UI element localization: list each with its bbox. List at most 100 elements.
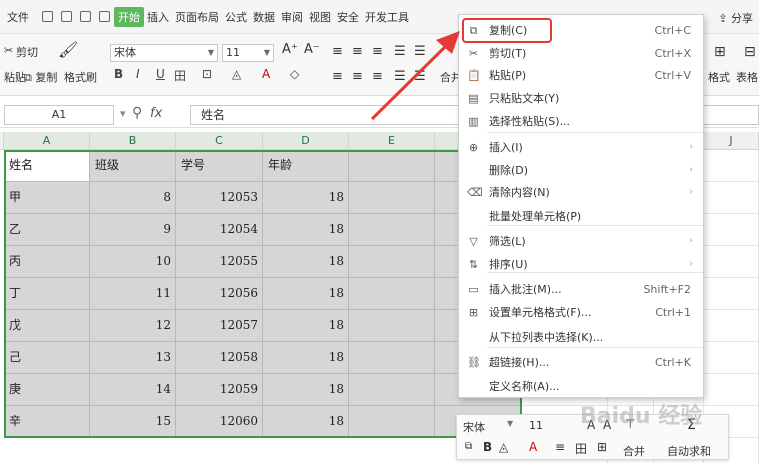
column-header[interactable]: B — [90, 132, 176, 150]
format-button[interactable]: 格式 — [708, 69, 730, 85]
zoom-icon[interactable]: ⚲ — [132, 105, 142, 121]
table-cell[interactable]: 10 — [90, 246, 176, 278]
empty-cell[interactable] — [704, 182, 759, 214]
format-icon[interactable]: ⊞ — [597, 440, 607, 454]
table-cell[interactable]: 己 — [4, 342, 90, 374]
shrink-font-icon[interactable]: A⁻ — [304, 42, 320, 57]
empty-cell[interactable] — [704, 374, 759, 406]
table-button[interactable]: 表格 — [736, 69, 758, 85]
table-icon[interactable]: ⊟ — [744, 44, 756, 60]
bold-icon[interactable]: B — [114, 67, 123, 81]
table-cell[interactable]: 丙 — [4, 246, 90, 278]
empty-cell[interactable] — [349, 246, 435, 278]
format-icon[interactable]: ⊞ — [714, 44, 726, 60]
tab-formulas[interactable]: 公式 — [222, 9, 250, 25]
empty-cell[interactable] — [349, 342, 435, 374]
column-header[interactable]: J — [704, 132, 759, 150]
align-top-icon[interactable]: ≡ — [332, 44, 343, 59]
save-icon[interactable] — [42, 11, 53, 22]
table-cell[interactable]: 乙 — [4, 214, 90, 246]
empty-cell[interactable] — [704, 310, 759, 342]
border-icon[interactable]: 田 — [174, 67, 186, 84]
table-cell[interactable]: 庚 — [4, 374, 90, 406]
fill-icon[interactable]: ◬ — [499, 440, 508, 454]
column-header[interactable]: C — [176, 132, 263, 150]
tab-developer[interactable]: 开发工具 — [362, 9, 412, 25]
font-name-select[interactable]: 宋体 ▼ — [110, 44, 218, 62]
empty-cell[interactable] — [704, 342, 759, 374]
table-cell[interactable]: 12 — [90, 310, 176, 342]
table-cell[interactable]: 11 — [90, 278, 176, 310]
context-menu-item[interactable]: ⊕ 插入(I) › — [459, 136, 703, 159]
context-menu-item[interactable]: ⊞ 设置单元格格式(F)... Ctrl+1 — [459, 301, 703, 324]
table-cell[interactable]: 18 — [263, 182, 349, 214]
distributed-icon[interactable]: ☰ — [414, 69, 426, 84]
wrap-icon[interactable]: ☰ — [394, 44, 406, 59]
align-left-icon[interactable]: ≡ — [332, 69, 343, 84]
merge-icon[interactable]: ⊤ — [625, 417, 635, 431]
chevron-down-icon[interactable]: ▾ — [120, 107, 126, 120]
header-cell[interactable]: 班级 — [90, 150, 176, 182]
context-menu-item[interactable]: ✂ 剪切(T) Ctrl+X — [459, 42, 703, 65]
indent-icon[interactable]: ☰ — [414, 44, 426, 59]
tab-security[interactable]: 安全 — [334, 9, 362, 25]
tab-page-layout[interactable]: 页面布局 — [172, 9, 222, 25]
empty-cell[interactable] — [349, 214, 435, 246]
cut-button[interactable]: 剪切 — [16, 44, 38, 60]
empty-cell[interactable] — [704, 150, 759, 182]
table-cell[interactable]: 12057 — [176, 310, 263, 342]
scissors-icon[interactable]: ✂ — [4, 44, 13, 57]
preview-icon[interactable] — [80, 11, 91, 22]
paste-icon[interactable]: ⧉ — [465, 441, 472, 452]
align-middle-icon[interactable]: ≡ — [352, 44, 363, 59]
chevron-down-icon[interactable]: ▼ — [507, 419, 513, 428]
context-menu-item[interactable]: ▥ 选择性粘贴(S)... — [459, 110, 703, 133]
mini-autosum-button[interactable]: 自动求和 — [667, 443, 711, 459]
table-cell[interactable]: 15 — [90, 406, 176, 438]
align-icon[interactable]: ≡ — [555, 440, 565, 454]
table-cell[interactable]: 12055 — [176, 246, 263, 278]
copy-button[interactable]: ⧉ 复制 — [24, 69, 57, 85]
font-size-select[interactable]: 11 ▼ — [222, 44, 274, 62]
shrink-font-icon[interactable]: A — [603, 418, 611, 432]
tab-data[interactable]: 数据 — [250, 9, 278, 25]
border-icon[interactable]: 田 — [575, 440, 587, 457]
sum-icon[interactable]: Σ — [687, 417, 696, 433]
tab-insert[interactable]: 插入 — [144, 9, 172, 25]
grow-font-icon[interactable]: A — [587, 418, 595, 432]
undo-icon[interactable] — [99, 11, 110, 22]
function-icon[interactable]: fx — [150, 106, 162, 121]
context-menu-item[interactable]: 删除(D) › — [459, 159, 703, 182]
table-cell[interactable]: 18 — [263, 246, 349, 278]
bold-icon[interactable]: B — [483, 440, 492, 454]
context-menu-item[interactable]: 定义名称(A)... — [459, 375, 703, 398]
table-cell[interactable]: 13 — [90, 342, 176, 374]
table-cell[interactable]: 12053 — [176, 182, 263, 214]
table-cell[interactable]: 丁 — [4, 278, 90, 310]
column-header[interactable]: E — [349, 132, 435, 150]
table-cell[interactable]: 18 — [263, 406, 349, 438]
mini-merge-button[interactable]: 合并 — [623, 443, 645, 459]
tab-view[interactable]: 视图 — [306, 9, 334, 25]
table-cell[interactable]: 12058 — [176, 342, 263, 374]
empty-cell[interactable] — [349, 406, 435, 438]
table-cell[interactable]: 18 — [263, 310, 349, 342]
empty-cell[interactable] — [349, 310, 435, 342]
table-cell[interactable]: 辛 — [4, 406, 90, 438]
font-color-icon[interactable]: A — [262, 67, 270, 81]
font-color-icon[interactable]: A — [529, 440, 537, 454]
underline-icon[interactable]: U — [156, 67, 165, 81]
clear-format-icon[interactable]: ◇ — [290, 67, 299, 81]
context-menu-item[interactable]: ▭ 插入批注(M)... Shift+F2 — [459, 278, 703, 301]
italic-icon[interactable]: I — [136, 67, 140, 81]
empty-cell[interactable] — [704, 214, 759, 246]
align-center-icon[interactable]: ≡ — [352, 69, 363, 84]
table-cell[interactable]: 18 — [263, 374, 349, 406]
tab-review[interactable]: 审阅 — [278, 9, 306, 25]
table-cell[interactable]: 9 — [90, 214, 176, 246]
empty-cell[interactable] — [349, 374, 435, 406]
column-header[interactable]: D — [263, 132, 349, 150]
table-cell[interactable]: 甲 — [4, 182, 90, 214]
justify-icon[interactable]: ☰ — [394, 69, 406, 84]
empty-cell[interactable] — [349, 182, 435, 214]
